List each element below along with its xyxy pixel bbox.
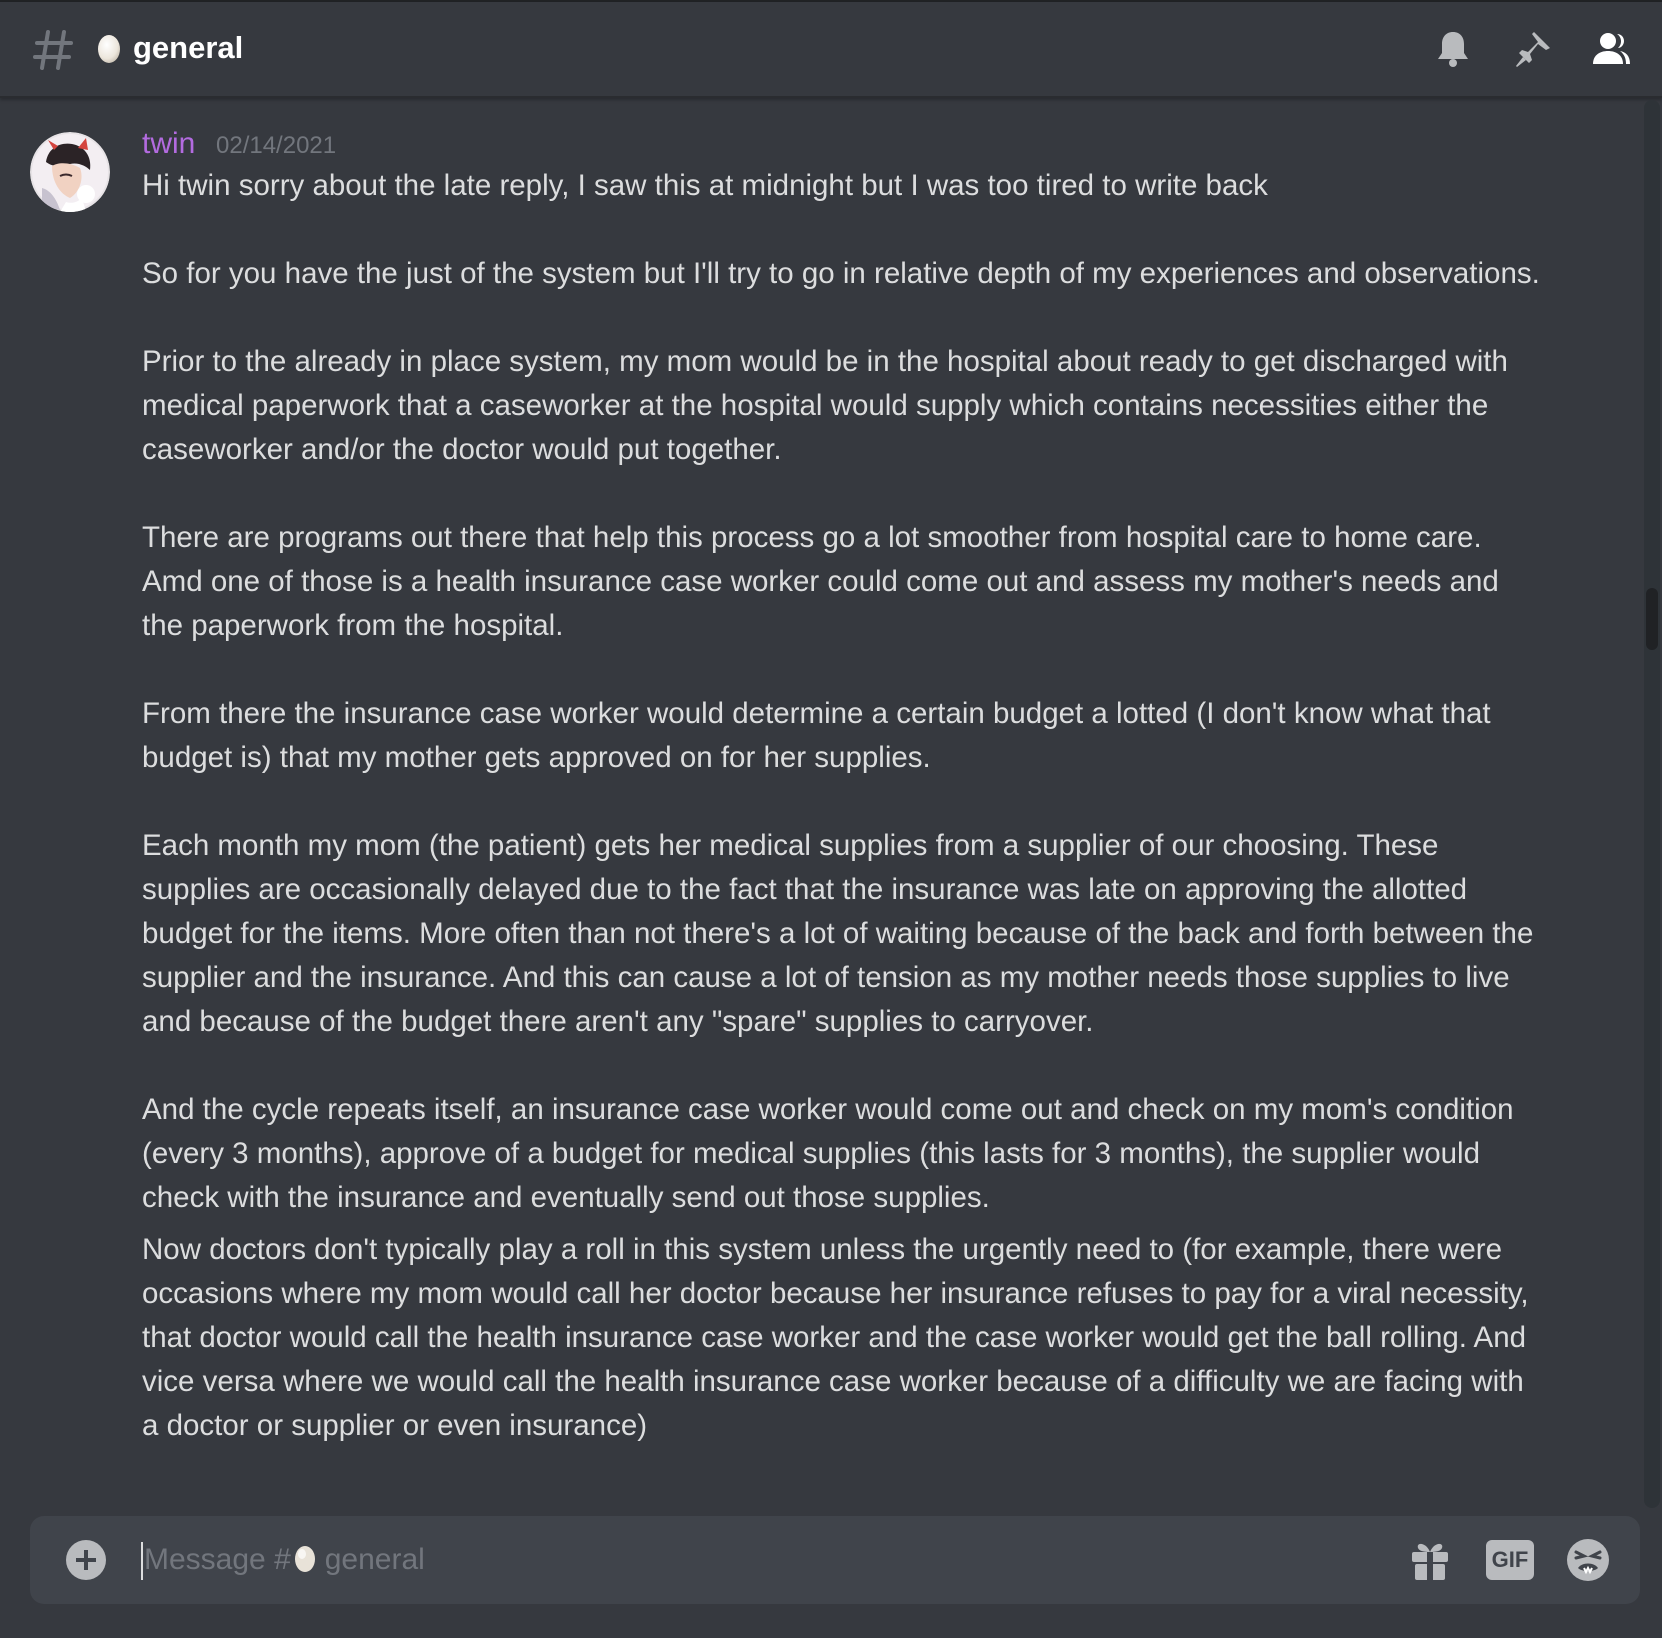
scrollbar-track[interactable] [1644, 100, 1660, 1508]
message-paragraph: There are programs out there that help t… [142, 521, 1499, 642]
message-paragraph: Prior to the already in place system, my… [142, 345, 1508, 466]
avatar[interactable] [30, 132, 110, 212]
hash-icon [33, 30, 73, 70]
message-input[interactable]: Message # general [144, 1540, 425, 1580]
scrollbar-thumb[interactable] [1646, 588, 1658, 650]
gif-button[interactable]: GIF [1486, 1540, 1534, 1580]
message-paragraph: Now doctors don't typically play a roll … [142, 1233, 1529, 1442]
message-list: twin 02/14/2021 Hi twin sorry about the … [0, 98, 1640, 1498]
bell-icon[interactable] [1432, 28, 1474, 70]
pin-icon[interactable] [1512, 28, 1554, 70]
message-paragraph: And the cycle repeats itself, an insuran… [142, 1093, 1514, 1214]
channel-header: general [0, 2, 1662, 98]
message-timestamp: 02/14/2021 [216, 132, 337, 159]
message-composer: Message # general GIF [30, 1516, 1640, 1604]
members-icon[interactable] [1590, 28, 1632, 70]
message-paragraph: So for you have the just of the system b… [142, 257, 1540, 290]
egg-icon [294, 1546, 315, 1572]
text-caret [141, 1542, 143, 1580]
message-paragraph: Hi twin sorry about the late reply, I sa… [142, 169, 1268, 202]
channel-name: general [133, 30, 244, 65]
message-content: Hi twin sorry about the late reply, I sa… [142, 164, 1542, 1448]
placeholder-prefix: Message # [144, 1543, 291, 1576]
egg-icon [98, 35, 120, 63]
emoji-icon[interactable] [1564, 1536, 1612, 1584]
upload-plus-button[interactable] [66, 1540, 106, 1580]
message-paragraph: From there the insurance case worker wou… [142, 697, 1491, 774]
message-paragraph: Each month my mom (the patient) gets her… [142, 829, 1534, 1038]
avatar-image [30, 132, 110, 212]
message-author[interactable]: twin [142, 124, 195, 164]
gift-icon[interactable] [1408, 1538, 1452, 1582]
placeholder-channel: general [324, 1543, 425, 1576]
